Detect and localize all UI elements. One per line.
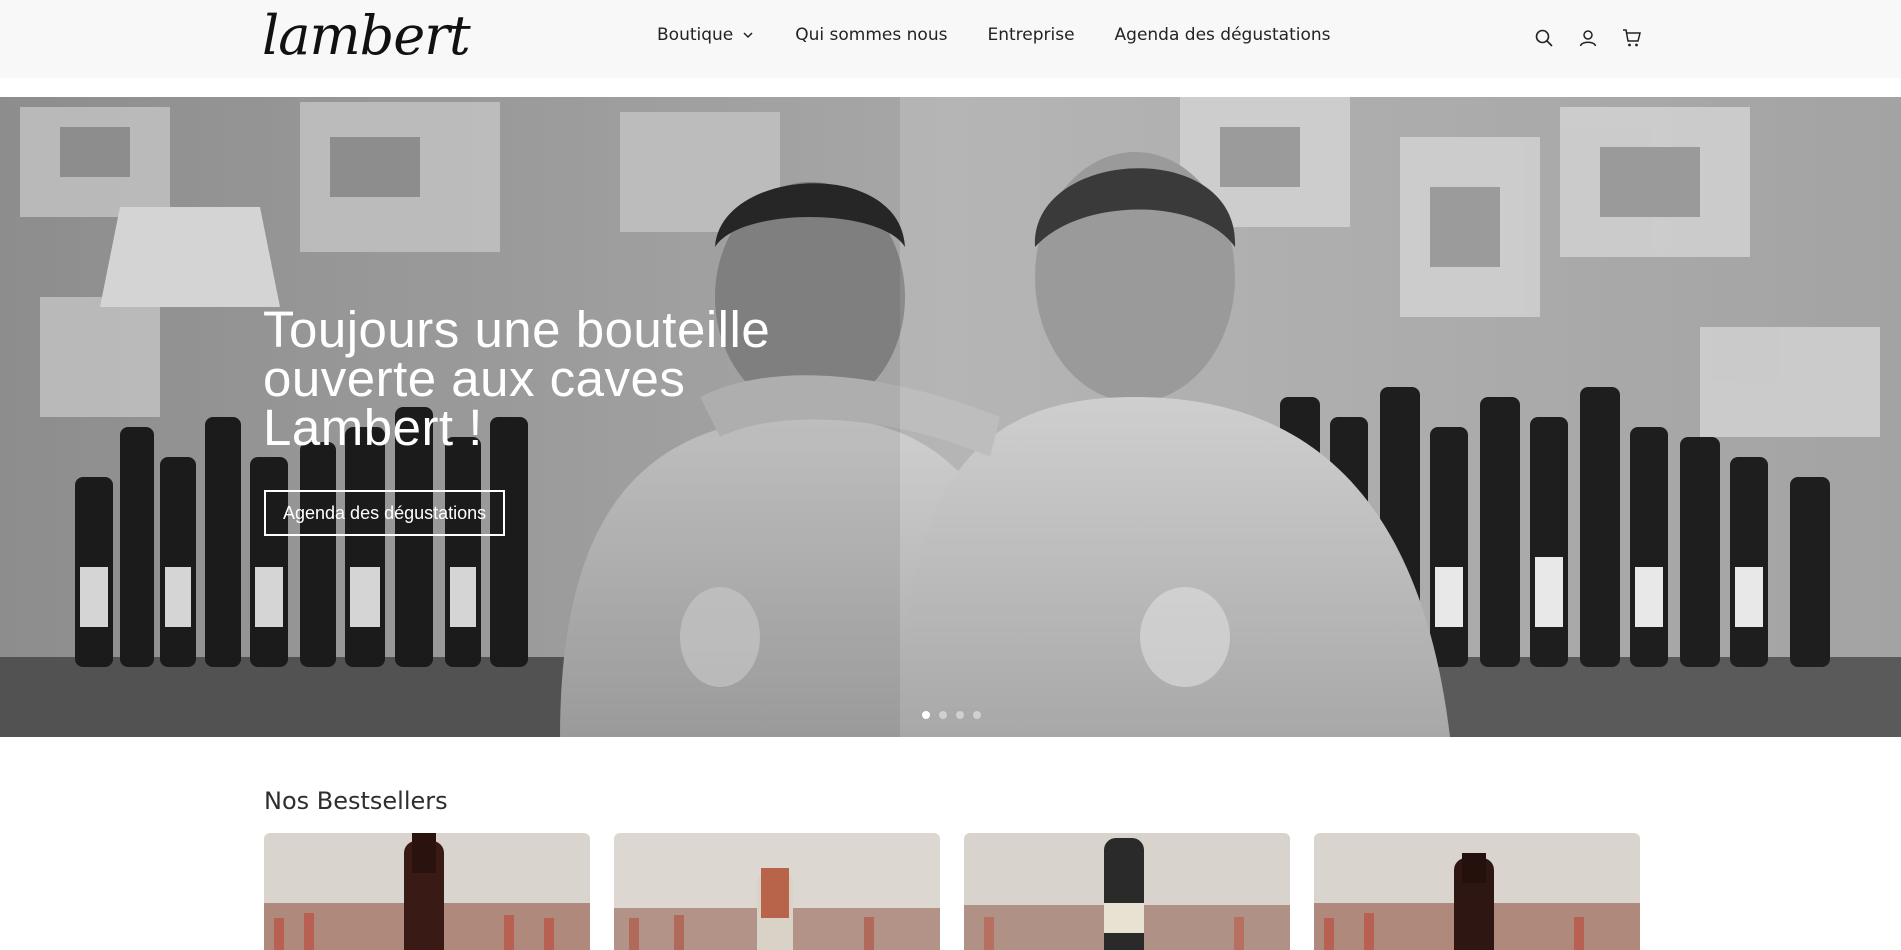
- main-nav: Boutique Qui sommes nous Entreprise Agen…: [657, 25, 1330, 45]
- site-header: lambert Boutique Qui sommes nous Entrepr…: [0, 0, 1901, 78]
- nav-qui-sommes-nous-label: Qui sommes nous: [795, 25, 948, 45]
- white-wine-bottle-image: [964, 833, 1290, 950]
- nav-entreprise-label: Entreprise: [987, 25, 1075, 45]
- product-card[interactable]: [1314, 833, 1640, 950]
- hero-banner: Toujours une bouteille ouverte aux caves…: [0, 97, 1901, 737]
- chevron-down-icon: [743, 32, 753, 39]
- product-card[interactable]: [614, 833, 940, 950]
- hero-agenda-button[interactable]: Agenda des dégustations: [264, 490, 506, 536]
- nav-boutique-label: Boutique: [657, 25, 734, 45]
- nav-agenda-label: Agenda des dégustations: [1114, 25, 1331, 45]
- slider-dot-3[interactable]: [956, 711, 964, 719]
- red-wine-bottle-image: [1314, 833, 1640, 950]
- nav-qui-sommes-nous[interactable]: Qui sommes nous: [795, 25, 947, 45]
- bestsellers-grid: [264, 833, 1640, 950]
- header-icons: [1533, 27, 1643, 49]
- nav-boutique[interactable]: Boutique: [657, 25, 755, 45]
- search-icon[interactable]: [1533, 27, 1555, 49]
- slider-dots: [922, 711, 981, 719]
- slider-dot-1[interactable]: [922, 711, 930, 719]
- slider-dot-4[interactable]: [973, 711, 981, 719]
- red-wine-bottle-image: [264, 833, 590, 950]
- nav-agenda[interactable]: Agenda des dégustations: [1115, 25, 1331, 45]
- nav-entreprise[interactable]: Entreprise: [987, 25, 1074, 45]
- logo[interactable]: lambert: [262, 4, 471, 68]
- slider-dot-2[interactable]: [939, 711, 947, 719]
- hero-title: Toujours une bouteille ouverte aux caves…: [263, 301, 771, 456]
- product-card[interactable]: [964, 833, 1290, 950]
- account-icon[interactable]: [1577, 27, 1599, 49]
- orange-foil-bottle-image: [614, 833, 940, 950]
- bestsellers-title: Nos Bestsellers: [264, 787, 448, 815]
- cart-icon[interactable]: [1621, 27, 1643, 49]
- product-card[interactable]: [264, 833, 590, 950]
